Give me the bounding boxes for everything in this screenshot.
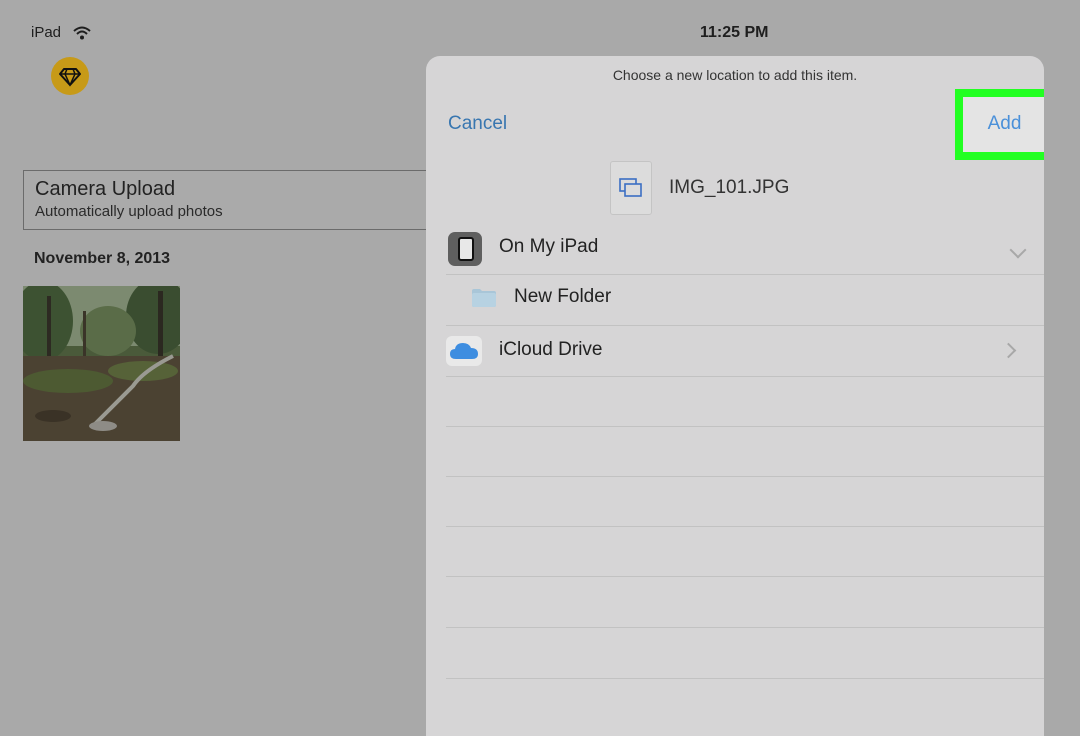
empty-row [446, 628, 1044, 679]
sheet-prompt: Choose a new location to add this item. [612, 67, 858, 83]
location-label: New Folder [514, 286, 612, 307]
location-new-folder[interactable]: New Folder [446, 274, 1044, 326]
camera-upload-panel[interactable]: Camera Upload Automatically upload photo… [23, 170, 443, 230]
camera-upload-subtitle: Automatically upload photos [35, 203, 223, 220]
add-button-highlight: Add [955, 89, 1044, 160]
location-label: On My iPad [499, 236, 599, 257]
date-header: November 8, 2013 [34, 250, 171, 267]
location-icloud-drive[interactable]: iCloud Drive [446, 325, 1044, 377]
empty-row [446, 476, 1044, 527]
ipad-icon [448, 232, 482, 266]
app-logo-icon [51, 57, 89, 95]
chevron-right-icon [1000, 342, 1017, 359]
icloud-icon [446, 336, 482, 366]
location-label: iCloud Drive [499, 339, 603, 360]
wifi-icon [73, 26, 91, 40]
location-on-my-ipad[interactable]: On My iPad [446, 224, 1044, 275]
empty-row [446, 376, 1044, 427]
add-button[interactable]: Add [963, 113, 1044, 135]
chevron-down-icon[interactable] [1009, 241, 1027, 259]
file-name: IMG_101.JPG [669, 177, 790, 198]
location-picker-sheet: Choose a new location to add this item. … [426, 56, 1044, 736]
photos-stack-icon [619, 178, 642, 197]
empty-row [446, 426, 1044, 477]
empty-row [446, 526, 1044, 577]
camera-upload-title: Camera Upload [35, 178, 176, 200]
status-bar: iPad 11:25 PM [0, 0, 1080, 60]
cancel-button[interactable]: Cancel [448, 113, 507, 135]
file-thumbnail [610, 161, 652, 215]
status-time: 11:25 PM [700, 24, 769, 41]
photo-thumbnail[interactable] [23, 286, 180, 441]
empty-row [446, 577, 1044, 628]
device-name: iPad [31, 24, 62, 41]
folder-icon [472, 289, 496, 307]
